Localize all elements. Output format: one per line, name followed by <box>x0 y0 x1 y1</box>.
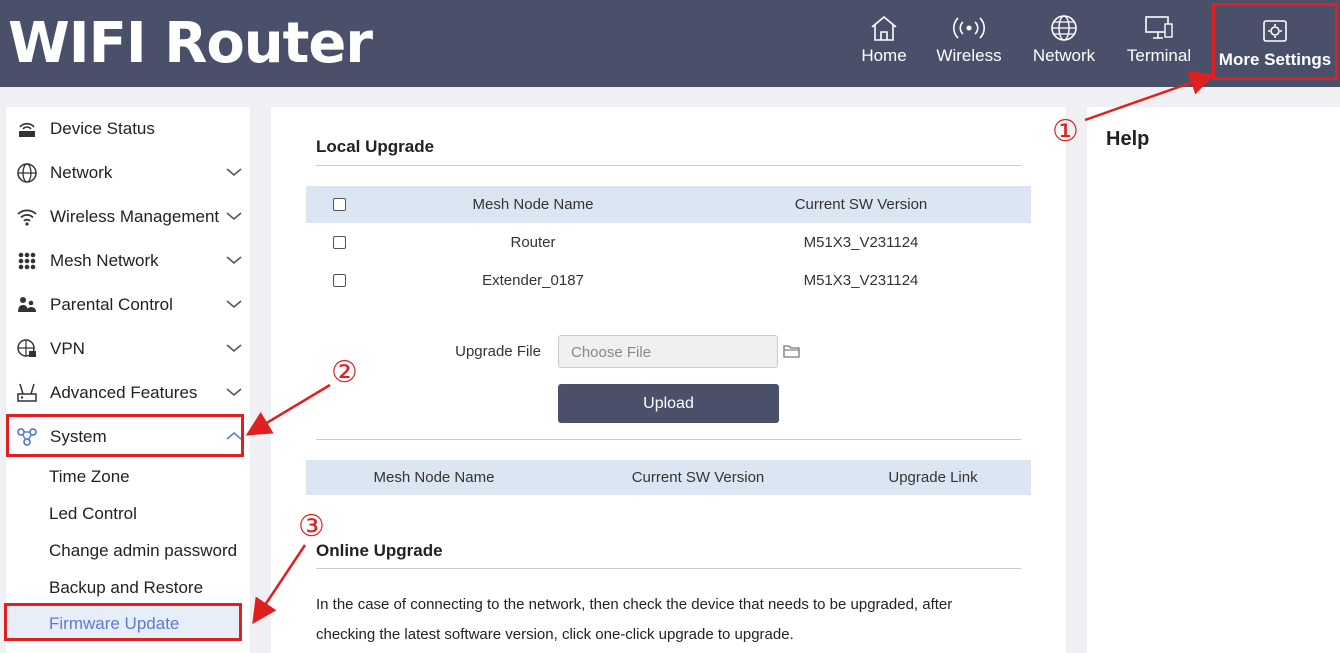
annotation-arrow <box>1084 70 1215 122</box>
annotation-arrow <box>252 544 307 625</box>
annotation-marker-2: ② <box>331 355 358 390</box>
annotation-marker-3: ③ <box>298 509 325 544</box>
annotation-overlay <box>245 70 1215 625</box>
annotation-arrow <box>245 383 331 436</box>
annotation-marker-1: ① <box>1052 114 1079 149</box>
